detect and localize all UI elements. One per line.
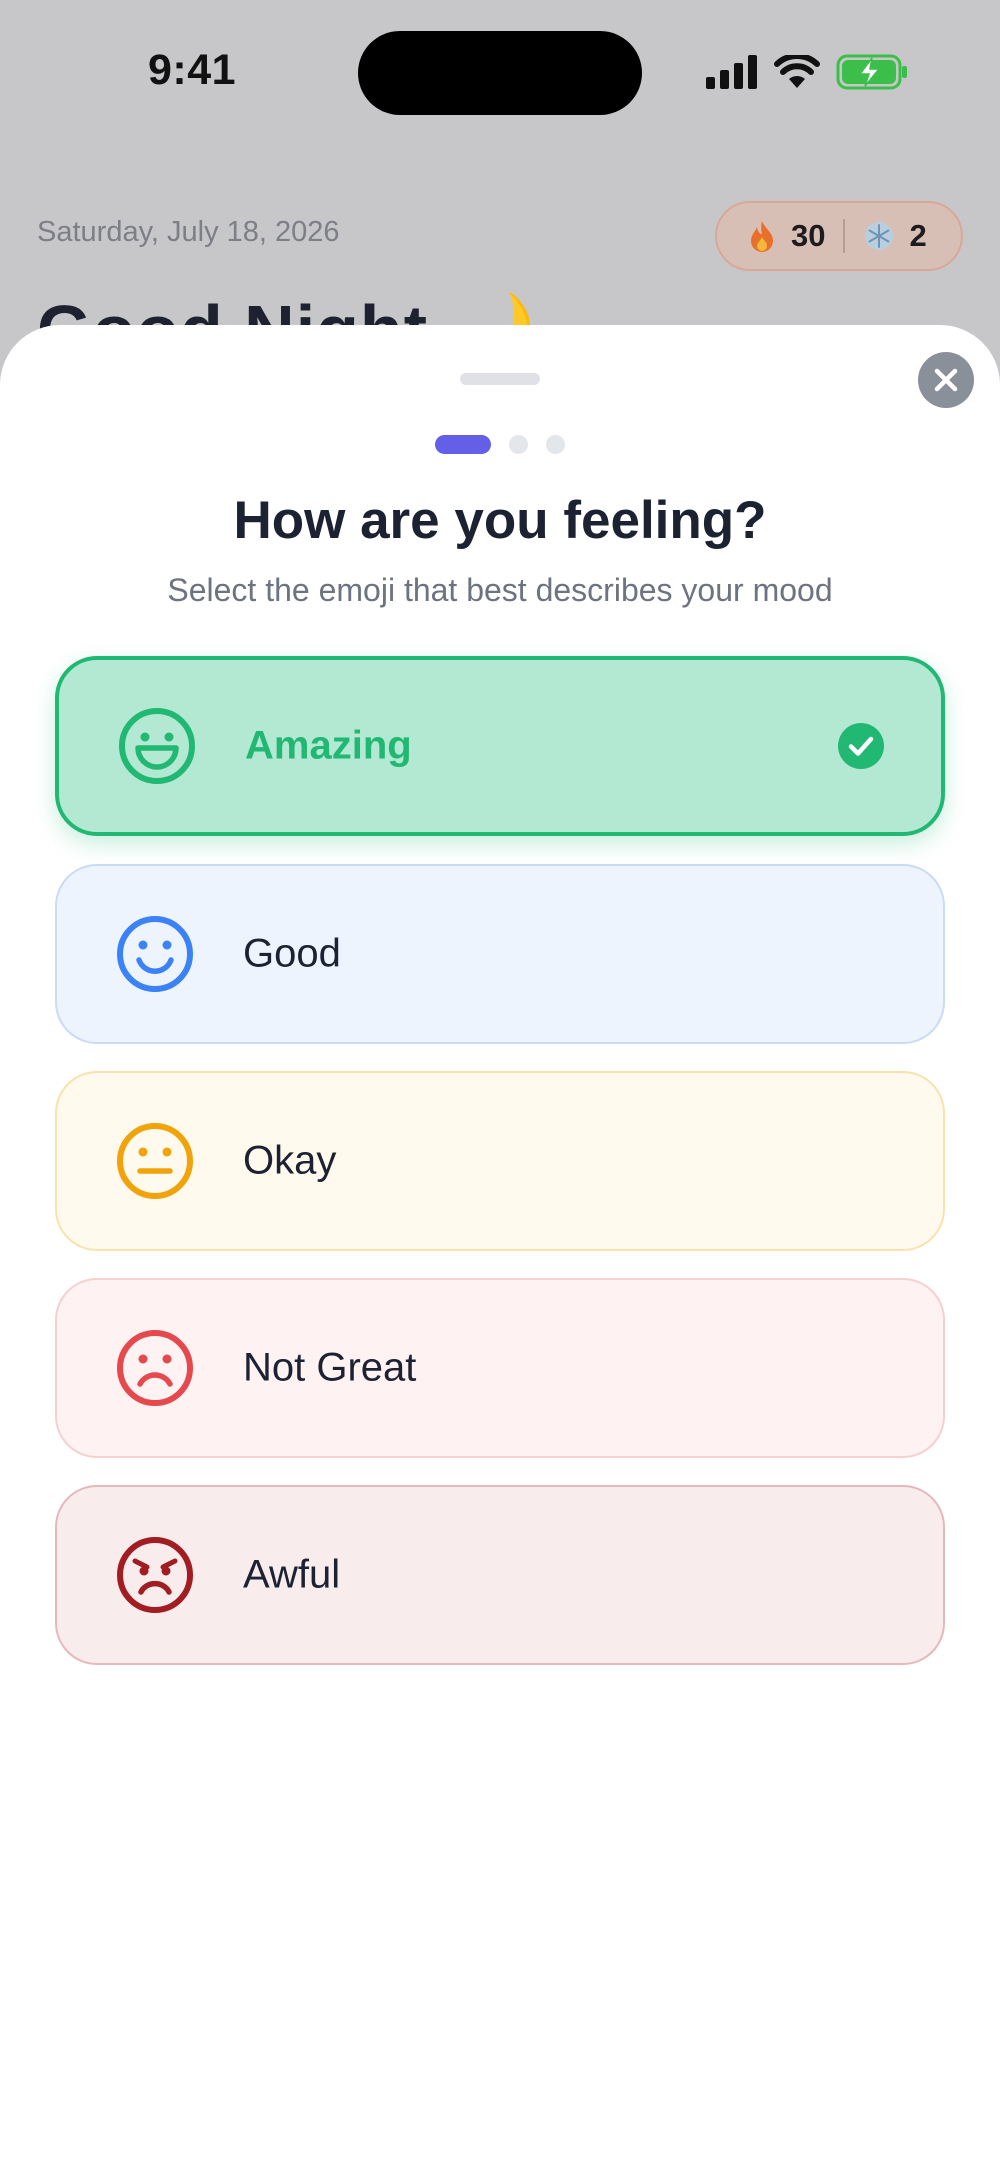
mood-option-not-great[interactable]: Not Great (55, 1278, 945, 1458)
step-dot-active (435, 434, 491, 454)
step-dot (509, 434, 528, 454)
step-indicator (0, 434, 1000, 454)
mood-label: Okay (243, 1138, 337, 1183)
wifi-icon (774, 55, 820, 88)
date-label: Saturday, July 18, 2026 (37, 216, 340, 248)
mood-option-okay[interactable]: Okay (55, 1071, 945, 1251)
streak-divider (843, 219, 846, 253)
sheet-grabber[interactable] (460, 373, 540, 385)
mood-sheet: How are you feeling? Select the emoji th… (0, 325, 1000, 2172)
grin-face-icon (119, 708, 195, 784)
angry-face-icon (117, 1537, 193, 1613)
freeze-count: 2 (909, 218, 927, 253)
close-button[interactable] (918, 352, 974, 408)
sheet-subtitle: Select the emoji that best describes you… (167, 572, 833, 608)
sheet-title: How are you feeling? (233, 491, 767, 550)
fire-icon (751, 221, 773, 252)
mood-option-good[interactable]: Good (55, 864, 945, 1044)
snowflake-icon (865, 222, 894, 250)
mood-label: Good (243, 931, 341, 976)
cellular-signal-icon (706, 55, 757, 89)
close-icon (934, 368, 958, 392)
dynamic-island (358, 31, 642, 115)
sad-face-icon (117, 1330, 193, 1406)
mood-label: Amazing (245, 723, 412, 768)
battery-charging-icon (836, 54, 907, 90)
smile-face-icon (117, 916, 193, 992)
status-icons (706, 52, 908, 92)
streak-pill[interactable]: 30 2 (715, 201, 963, 271)
status-time: 9:41 (148, 46, 237, 94)
step-dot (546, 434, 565, 454)
fire-streak-count: 30 (791, 218, 826, 253)
mood-option-awful[interactable]: Awful (55, 1485, 945, 1665)
mood-option-amazing[interactable]: Amazing (55, 656, 945, 836)
neutral-face-icon (117, 1123, 193, 1199)
mood-label: Awful (243, 1552, 341, 1597)
check-circle-icon (838, 723, 884, 769)
mood-label: Not Great (243, 1345, 417, 1390)
status-bar: 9:41 (0, 0, 1000, 150)
